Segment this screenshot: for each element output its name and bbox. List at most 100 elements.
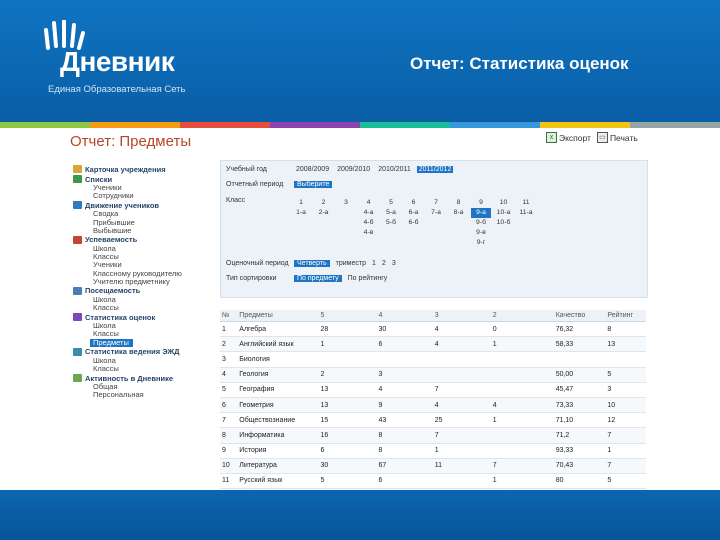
class-option[interactable]: 10-а: [494, 208, 514, 218]
printer-icon: ▭: [596, 132, 608, 143]
table-cell: Информатика: [237, 427, 319, 444]
year-option[interactable]: 2009/2010: [335, 166, 372, 173]
dnevnik-logo[interactable]: Дневник Единая Образовательная Сеть: [38, 18, 198, 98]
table-cell: Английский язык: [237, 336, 319, 353]
class-option[interactable]: 10-б: [494, 218, 514, 228]
print-button[interactable]: ▭ Печать: [596, 132, 638, 143]
table-row[interactable]: 6 Геометрия 13 9 4 4 73,33 10: [220, 397, 646, 414]
class-option[interactable]: 2-а: [314, 208, 334, 218]
table-row[interactable]: 1 Алгебра 28 30 4 0 76,32 8: [220, 321, 646, 338]
people-icon: [73, 201, 82, 210]
table-row[interactable]: 2 Английский язык 1 6 4 1 58,33 13: [220, 336, 646, 353]
table-cell: 4: [220, 367, 238, 383]
table-cell: 4: [376, 382, 433, 398]
table-cell: [432, 367, 491, 383]
list-icon: [73, 175, 82, 183]
class-option[interactable]: 4-в: [359, 228, 379, 238]
table-row[interactable]: 11 Русский язык 5 6 1 80 5: [220, 473, 646, 490]
class-option[interactable]: 4-а: [359, 208, 379, 218]
table-cell: 45,47: [553, 382, 606, 398]
class-grade: 1: [299, 199, 303, 206]
sidebar-item[interactable]: Учителю предметнику: [73, 277, 211, 286]
year-option[interactable]: 2011/2012: [416, 166, 454, 173]
sidebar-item[interactable]: Классы: [73, 303, 211, 312]
class-option[interactable]: 6-б: [404, 218, 424, 228]
scale-trimester-option[interactable]: триместр: [336, 260, 366, 267]
table-row[interactable]: 9 История 6 8 1 93,33 1: [220, 443, 646, 459]
class-option[interactable]: 7-а: [426, 208, 446, 218]
sort-rating-option[interactable]: По рейтингу: [348, 275, 388, 282]
year-options: 2008/2009 2009/2010 2010/2011 2011/2012: [294, 166, 454, 173]
year-option[interactable]: 2008/2009: [294, 166, 331, 173]
class-option[interactable]: 6-а: [404, 208, 424, 218]
table-cell: 6: [376, 473, 433, 490]
sort-subject-button[interactable]: По предмету: [294, 275, 342, 282]
table-cell: 16: [318, 427, 377, 444]
card-icon: [73, 165, 82, 173]
sidebar-section[interactable]: Карточка учреждения: [73, 164, 211, 174]
table-cell: 13: [318, 382, 377, 398]
table-cell: 70,43: [553, 458, 606, 474]
sidebar-item[interactable]: Выбывшие: [73, 226, 211, 235]
table-cell: 71,10: [553, 412, 606, 429]
class-option[interactable]: 9-а: [471, 208, 491, 218]
sort-label: Тип сортировки: [226, 275, 277, 282]
class-row: Класс: [226, 197, 288, 204]
table-cell: 5: [605, 473, 646, 490]
class-option[interactable]: 9-в: [471, 228, 491, 238]
table-header-cell: Качество: [553, 310, 606, 322]
scale-quarter-button[interactable]: Четверть: [294, 260, 330, 267]
class-column: 7 7-а: [426, 198, 446, 218]
class-option[interactable]: 9-б: [471, 218, 491, 228]
period-select[interactable]: Выберите: [294, 181, 333, 188]
table-cell: 5: [220, 382, 238, 398]
sidebar-section-label: Карточка учреждения: [85, 164, 166, 174]
table-row[interactable]: 7 Обществознание 15 43 25 1 71,10 12: [220, 412, 646, 429]
table-row[interactable]: 3 Биология: [220, 351, 646, 368]
class-option[interactable]: 5-б: [381, 218, 401, 228]
class-option[interactable]: 5-а: [381, 208, 401, 218]
sort-row: Тип сортировки По предмету По рейтингу: [226, 275, 387, 282]
class-column: 5 5-а 5-б: [381, 198, 401, 228]
class-column: 2 2-а: [314, 198, 334, 218]
class-option[interactable]: 4-б: [359, 218, 379, 228]
class-grade: 4: [366, 199, 371, 206]
class-option[interactable]: 11-а: [516, 208, 536, 218]
table-cell: 93,33: [553, 443, 606, 459]
table-cell: Алгебра: [237, 321, 319, 338]
class-option[interactable]: 8-а: [449, 208, 469, 218]
table-row[interactable]: 4 Геология 2 3 50,00 5: [220, 367, 646, 383]
table-cell: История: [237, 443, 319, 459]
table-cell: 15: [318, 412, 377, 429]
table-cell: 0: [490, 321, 554, 338]
scale-number[interactable]: 1: [372, 260, 376, 267]
year-label: Учебный год: [226, 166, 267, 173]
table-row[interactable]: 8 Информатика 16 8 7 71,2 7: [220, 427, 646, 444]
footer-banner: [0, 490, 720, 540]
table-cell: 7: [432, 427, 491, 444]
table-cell: [553, 351, 606, 368]
year-option[interactable]: 2010/2011: [376, 166, 413, 173]
period-label: Отчетный период: [226, 181, 284, 188]
scale-number[interactable]: 3: [392, 260, 396, 267]
class-option[interactable]: 9-г: [471, 238, 491, 248]
export-button[interactable]: x Экспорт: [546, 132, 591, 143]
table-cell: [490, 443, 554, 459]
table-row[interactable]: 5 География 13 4 7 45,47 3: [220, 382, 646, 398]
class-option[interactable]: 1-а: [291, 208, 311, 218]
sidebar-item[interactable]: Персональная: [73, 391, 211, 399]
sidebar-item[interactable]: Классы: [73, 364, 211, 373]
sidebar-section-label: Статистика ведения ЭЖД: [85, 347, 180, 357]
table-cell: 3: [376, 367, 433, 383]
scale-number[interactable]: 2: [382, 260, 386, 267]
table-cell: [490, 367, 554, 383]
sidebar-item[interactable]: Предметы: [90, 338, 133, 347]
table-cell: 4: [432, 336, 491, 353]
scale-label: Оценочный период: [226, 260, 289, 267]
sidebar-item[interactable]: Сотрудники: [73, 191, 211, 200]
stats-icon: [73, 313, 82, 322]
table-row[interactable]: 10 Литература 30 67 11 7 70,43 7: [220, 458, 646, 474]
class-column: 3: [336, 198, 356, 208]
report-tools: x Экспорт ▭ Печать: [546, 132, 638, 143]
table-header-cell: 4: [376, 310, 433, 322]
